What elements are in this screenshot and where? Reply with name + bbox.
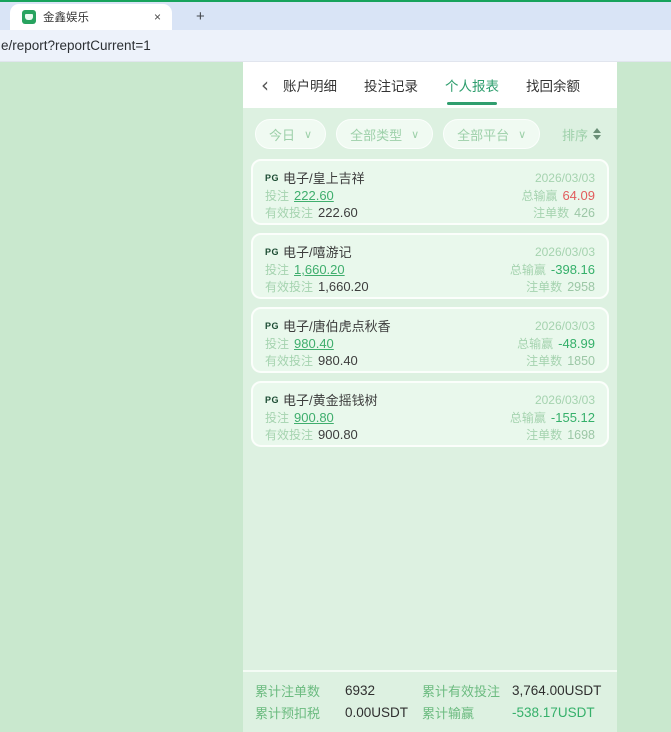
bet-amount-link[interactable]: 222.60 bbox=[294, 188, 334, 203]
summary-footer: 累计注单数 6932 累计有效投注 3,764.00USDT 累计预扣税 0.0… bbox=[243, 670, 617, 732]
bet-label: 投注 bbox=[265, 263, 290, 277]
browser-tab-strip: 金鑫娱乐 × + bbox=[0, 2, 671, 30]
card-date: 2026/03/03 bbox=[534, 170, 595, 185]
browser-tab[interactable]: 金鑫娱乐 × bbox=[10, 4, 172, 30]
orders-count: 2958 bbox=[567, 279, 595, 294]
winloss-value: -48.99 bbox=[558, 336, 595, 351]
report-card[interactable]: PG 电子/唐伯虎点秋香 2026/03/03 投注 980.40 总输赢 -4… bbox=[251, 307, 609, 373]
orders-count: 1850 bbox=[567, 353, 595, 368]
provider-logo-icon: PG bbox=[265, 246, 280, 257]
date-filter-dropdown[interactable]: 今日 ∨ bbox=[255, 119, 327, 149]
site-favicon-icon bbox=[22, 10, 36, 24]
address-bar-url: e/report?reportCurrent=1 bbox=[1, 38, 151, 53]
browser-tab-title: 金鑫娱乐 bbox=[43, 12, 89, 24]
valid-bet-label: 有效投注 bbox=[265, 206, 314, 220]
orders-label: 注单数 bbox=[526, 354, 563, 368]
summary-value: 6932 bbox=[345, 682, 376, 698]
valid-bet-label: 有效投注 bbox=[265, 280, 314, 294]
date-filter-label: 今日 bbox=[269, 127, 296, 143]
game-title: 电子/唐伯虎点秋香 bbox=[283, 319, 391, 334]
bet-amount-link[interactable]: 900.80 bbox=[294, 410, 334, 425]
valid-bet-label: 有效投注 bbox=[265, 428, 314, 442]
report-body: 今日 ∨ 全部类型 ∨ 全部平台 ∨ 排序 PG 电子/皇上吉祥 2026/03… bbox=[243, 108, 617, 670]
summary-total-withheld-tax: 累计预扣税 0.00USDT bbox=[255, 701, 422, 723]
report-card[interactable]: PG 电子/黄金摇钱树 2026/03/03 投注 900.80 总输赢 -15… bbox=[251, 381, 609, 447]
summary-label: 累计预扣税 bbox=[255, 705, 321, 721]
orders-count: 1698 bbox=[567, 427, 595, 442]
winloss-label: 总输赢 bbox=[509, 263, 546, 277]
sort-arrows-icon bbox=[593, 128, 601, 140]
card-date: 2026/03/03 bbox=[534, 318, 595, 333]
nav-header: ‹ 账户明细 投注记录 个人报表 找回余额 bbox=[243, 62, 617, 108]
orders-label: 注单数 bbox=[533, 206, 570, 220]
winloss-label: 总输赢 bbox=[509, 411, 546, 425]
tab-account-detail[interactable]: 账户明细 bbox=[283, 62, 337, 108]
valid-bet-value: 980.40 bbox=[318, 353, 358, 368]
back-button[interactable]: ‹ bbox=[257, 73, 273, 97]
platform-filter-dropdown[interactable]: 全部平台 ∨ bbox=[443, 119, 541, 149]
orders-label: 注单数 bbox=[526, 428, 563, 442]
tab-bet-records[interactable]: 投注记录 bbox=[364, 62, 418, 108]
orders-label: 注单数 bbox=[526, 280, 563, 294]
game-title: 电子/黄金摇钱树 bbox=[283, 393, 378, 408]
provider-logo-icon: PG bbox=[265, 320, 280, 331]
page-background: ‹ 账户明细 投注记录 个人报表 找回余额 今日 ∨ 全部类型 ∨ 全部平台 ∨… bbox=[0, 62, 671, 732]
address-bar[interactable]: e/report?reportCurrent=1 bbox=[0, 30, 671, 62]
report-card-list: PG 电子/皇上吉祥 2026/03/03 投注 222.60 总输赢 64.0… bbox=[243, 159, 617, 447]
bet-amount-link[interactable]: 1,660.20 bbox=[294, 262, 345, 277]
filter-bar: 今日 ∨ 全部类型 ∨ 全部平台 ∨ 排序 bbox=[255, 119, 605, 149]
provider-logo-icon: PG bbox=[265, 172, 280, 183]
chevron-down-icon: ∨ bbox=[304, 127, 313, 141]
summary-value: -538.17USDT bbox=[512, 704, 595, 720]
sort-control[interactable]: 排序 bbox=[562, 125, 601, 144]
valid-bet-value: 1,660.20 bbox=[318, 279, 369, 294]
report-card[interactable]: PG 电子/嘻游记 2026/03/03 投注 1,660.20 总输赢 -39… bbox=[251, 233, 609, 299]
chevron-down-icon: ∨ bbox=[518, 127, 527, 141]
card-date: 2026/03/03 bbox=[534, 392, 595, 407]
provider-logo-icon: PG bbox=[265, 394, 280, 405]
summary-total-winloss: 累计输赢 -538.17USDT bbox=[422, 701, 603, 723]
summary-label: 累计有效投注 bbox=[422, 683, 501, 699]
sort-label: 排序 bbox=[561, 127, 588, 143]
valid-bet-value: 900.80 bbox=[318, 427, 358, 442]
orders-count: 426 bbox=[574, 205, 595, 220]
summary-label: 累计输赢 bbox=[422, 705, 475, 721]
bet-label: 投注 bbox=[265, 189, 290, 203]
winloss-value: -155.12 bbox=[550, 410, 595, 425]
summary-total-orders: 累计注单数 6932 bbox=[255, 679, 422, 701]
winloss-value: 64.09 bbox=[562, 188, 595, 203]
card-date: 2026/03/03 bbox=[534, 244, 595, 259]
game-title: 电子/嘻游记 bbox=[283, 245, 352, 260]
type-filter-label: 全部类型 bbox=[350, 127, 403, 143]
platform-filter-label: 全部平台 bbox=[457, 127, 510, 143]
summary-label: 累计注单数 bbox=[255, 683, 321, 699]
new-tab-button[interactable]: + bbox=[190, 4, 211, 30]
bet-amount-link[interactable]: 980.40 bbox=[294, 336, 334, 351]
nav-tabs: 账户明细 投注记录 个人报表 找回余额 bbox=[283, 62, 580, 108]
summary-value: 0.00USDT bbox=[345, 704, 409, 720]
winloss-label: 总输赢 bbox=[521, 189, 558, 203]
tab-close-icon[interactable]: × bbox=[151, 10, 164, 24]
winloss-label: 总输赢 bbox=[517, 337, 554, 351]
game-title: 电子/皇上吉祥 bbox=[283, 171, 365, 186]
report-panel: ‹ 账户明细 投注记录 个人报表 找回余额 今日 ∨ 全部类型 ∨ 全部平台 ∨… bbox=[243, 62, 617, 732]
report-card[interactable]: PG 电子/皇上吉祥 2026/03/03 投注 222.60 总输赢 64.0… bbox=[251, 159, 609, 225]
tab-personal-report[interactable]: 个人报表 bbox=[445, 62, 499, 108]
tab-recover-balance[interactable]: 找回余额 bbox=[526, 62, 580, 108]
valid-bet-value: 222.60 bbox=[318, 205, 358, 220]
valid-bet-label: 有效投注 bbox=[265, 354, 314, 368]
winloss-value: -398.16 bbox=[550, 262, 595, 277]
summary-value: 3,764.00USDT bbox=[512, 682, 602, 698]
type-filter-dropdown[interactable]: 全部类型 ∨ bbox=[336, 119, 434, 149]
chevron-down-icon: ∨ bbox=[411, 127, 420, 141]
bet-label: 投注 bbox=[265, 337, 290, 351]
summary-total-valid-bets: 累计有效投注 3,764.00USDT bbox=[422, 679, 603, 701]
bet-label: 投注 bbox=[265, 411, 290, 425]
